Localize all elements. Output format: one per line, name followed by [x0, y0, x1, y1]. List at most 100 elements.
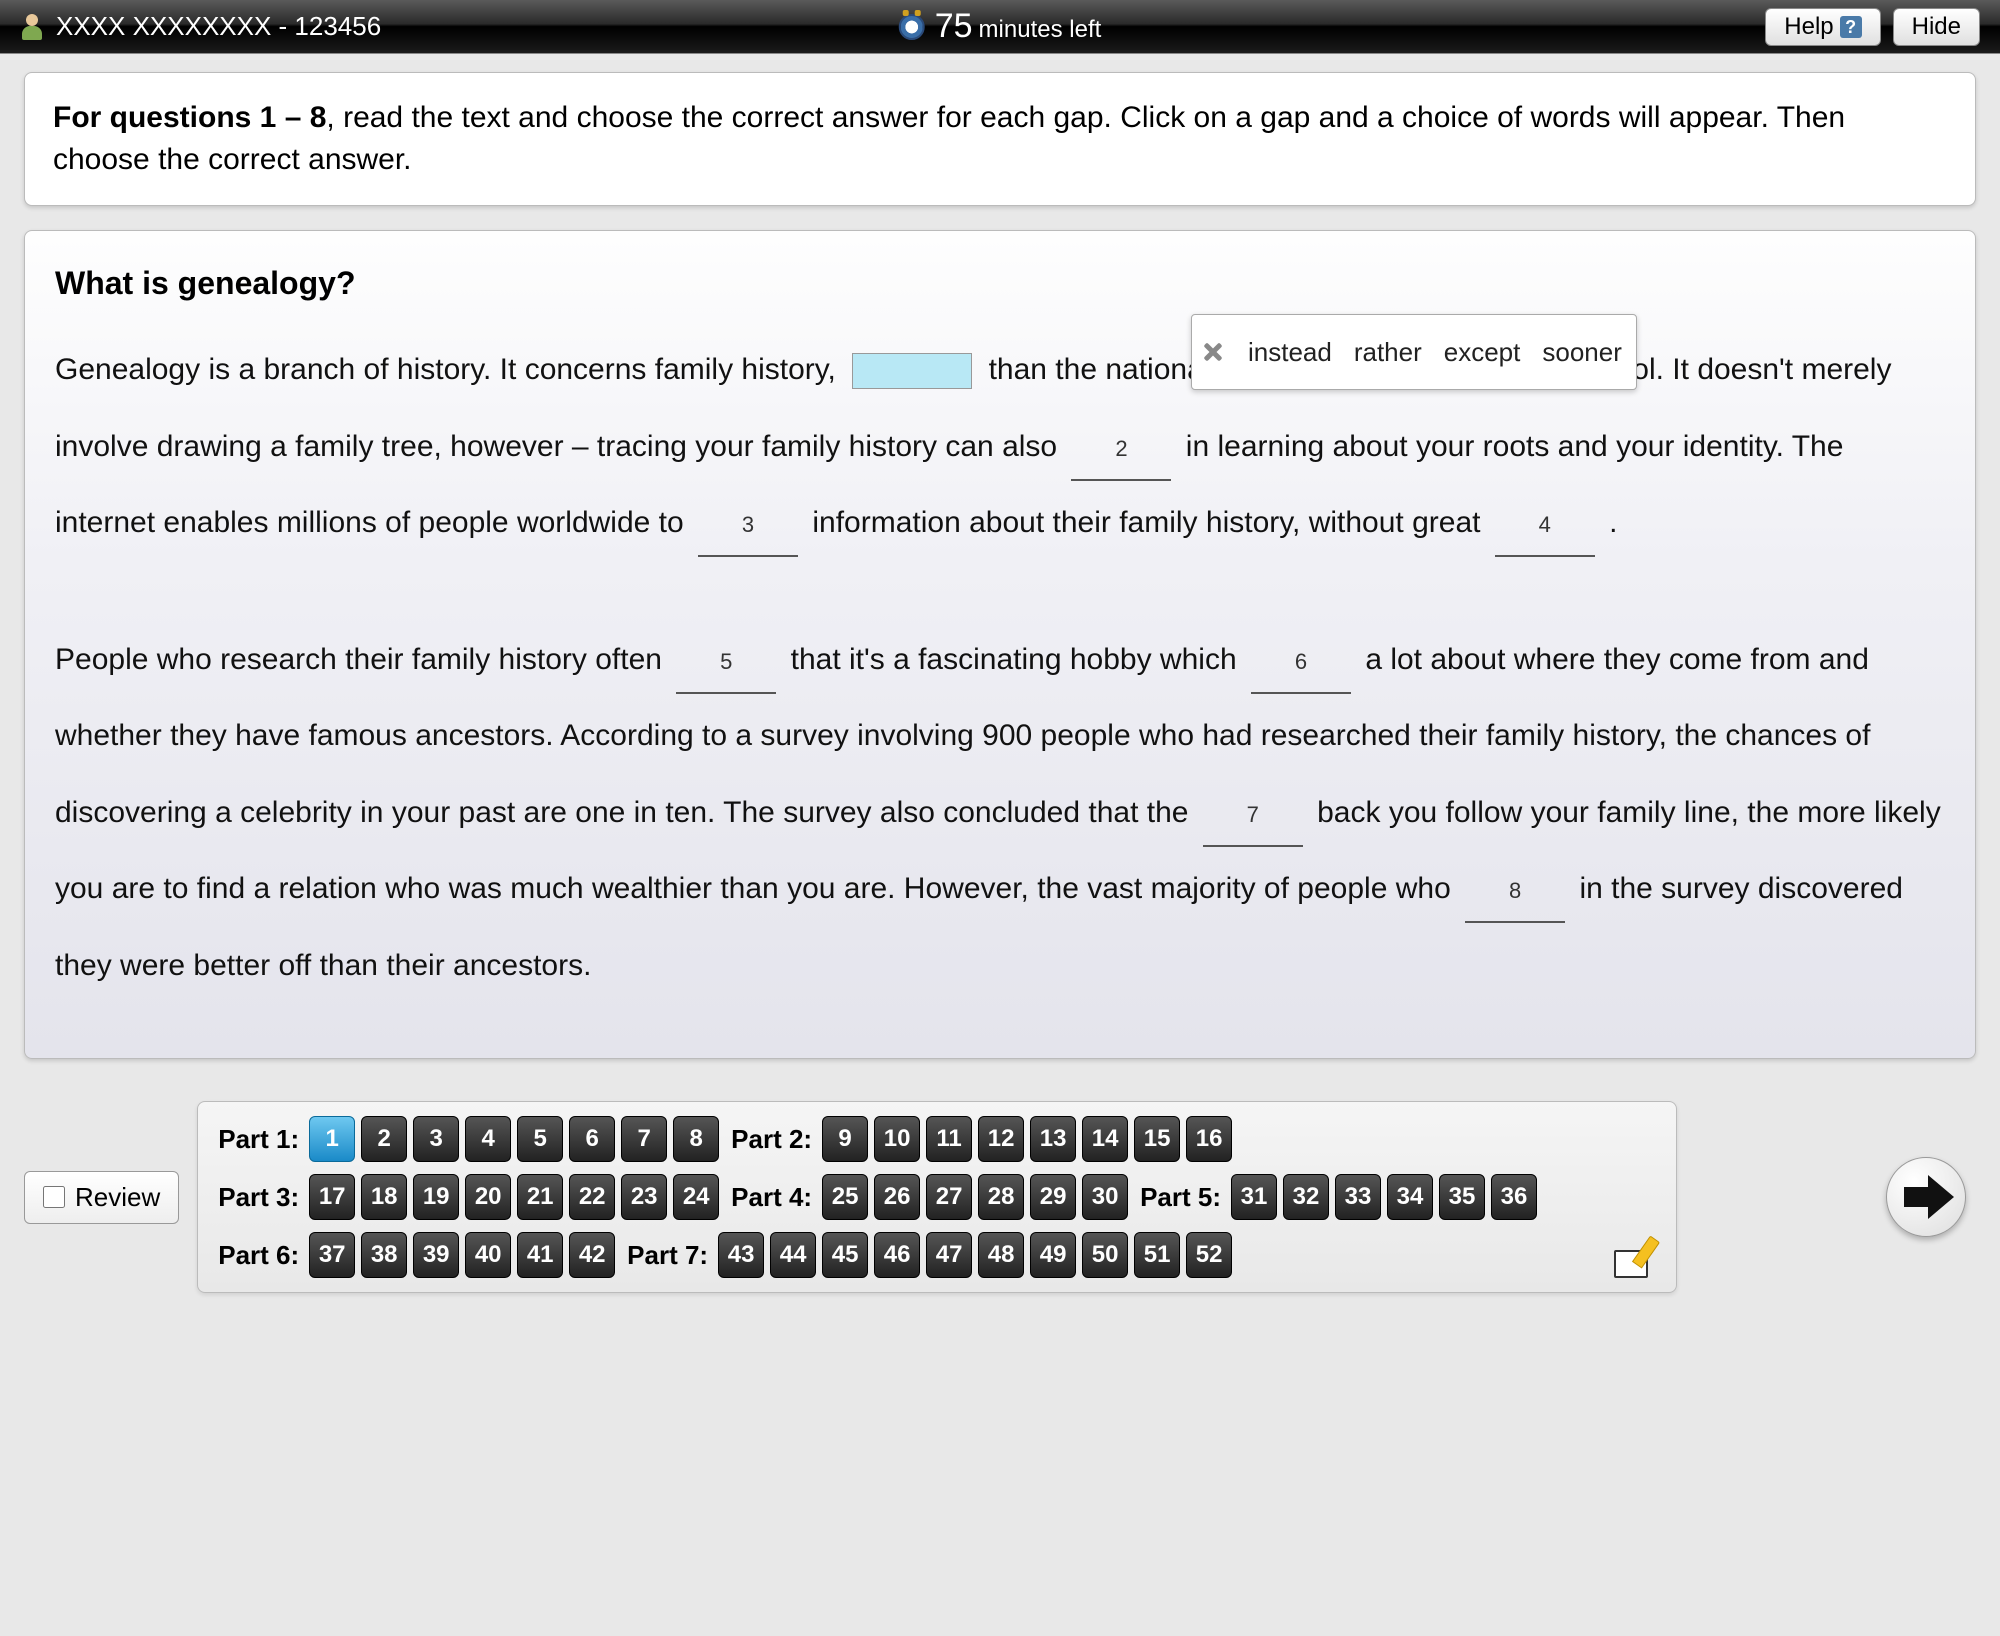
passage-title: What is genealogy? — [55, 265, 1945, 302]
question-nav-50[interactable]: 50 — [1082, 1232, 1128, 1278]
question-nav-15[interactable]: 15 — [1134, 1116, 1180, 1162]
next-button[interactable] — [1886, 1157, 1966, 1237]
text-seg: that it's a fascinating hobby which — [791, 643, 1245, 676]
gap-7[interactable]: 7 — [1203, 787, 1303, 847]
choice-option[interactable]: instead — [1248, 319, 1332, 385]
help-button[interactable]: Help ? — [1765, 8, 1880, 46]
question-nav-12[interactable]: 12 — [978, 1116, 1024, 1162]
question-nav-48[interactable]: 48 — [978, 1232, 1024, 1278]
question-nav-42[interactable]: 42 — [569, 1232, 615, 1278]
question-nav-45[interactable]: 45 — [822, 1232, 868, 1278]
part-label: Part 4: — [731, 1182, 812, 1213]
question-nav-46[interactable]: 46 — [874, 1232, 920, 1278]
question-nav-34[interactable]: 34 — [1387, 1174, 1433, 1220]
review-label: Review — [75, 1182, 160, 1213]
gap-4[interactable]: 4 — [1495, 497, 1595, 557]
question-nav-27[interactable]: 27 — [926, 1174, 972, 1220]
question-nav-36[interactable]: 36 — [1491, 1174, 1537, 1220]
question-nav-17[interactable]: 17 — [309, 1174, 355, 1220]
question-nav-39[interactable]: 39 — [413, 1232, 459, 1278]
gap-3[interactable]: 3 — [698, 497, 798, 557]
choice-option[interactable]: sooner — [1542, 319, 1622, 385]
question-nav-38[interactable]: 38 — [361, 1232, 407, 1278]
question-nav-8[interactable]: 8 — [673, 1116, 719, 1162]
question-nav-52[interactable]: 52 — [1186, 1232, 1232, 1278]
question-nav-43[interactable]: 43 — [718, 1232, 764, 1278]
instructions-bold: For questions 1 – 8 — [53, 101, 326, 134]
part-label: Part 2: — [731, 1124, 812, 1155]
question-nav-13[interactable]: 13 — [1030, 1116, 1076, 1162]
user-name: XXXX XXXXXXXX - 123456 — [56, 11, 381, 42]
question-nav-49[interactable]: 49 — [1030, 1232, 1076, 1278]
question-nav-40[interactable]: 40 — [465, 1232, 511, 1278]
question-nav-37[interactable]: 37 — [309, 1232, 355, 1278]
part-label: Part 1: — [218, 1124, 299, 1155]
timer-label: minutes left — [979, 16, 1102, 44]
question-nav-4[interactable]: 4 — [465, 1116, 511, 1162]
question-nav-18[interactable]: 18 — [361, 1174, 407, 1220]
gap-6[interactable]: 6 — [1251, 634, 1351, 694]
instructions-panel: For questions 1 – 8, read the text and c… — [24, 72, 1976, 206]
user-icon — [20, 14, 44, 40]
question-nav-11[interactable]: 11 — [926, 1116, 972, 1162]
question-nav-25[interactable]: 25 — [822, 1174, 868, 1220]
part-label: Part 5: — [1140, 1182, 1221, 1213]
timer: 75 minutes left — [899, 7, 1102, 46]
help-label: Help — [1784, 13, 1833, 41]
question-nav-panel: Part 1:12345678Part 2:910111213141516Par… — [197, 1101, 1677, 1293]
gap-8[interactable]: 8 — [1465, 863, 1565, 923]
choice-option[interactable]: rather — [1354, 319, 1422, 385]
gap-choice-popup: instead rather except sooner — [1191, 314, 1637, 390]
question-nav-16[interactable]: 16 — [1186, 1116, 1232, 1162]
question-nav-1[interactable]: 1 — [309, 1116, 355, 1162]
gap-5[interactable]: 5 — [676, 634, 776, 694]
hide-button[interactable]: Hide — [1893, 8, 1980, 46]
help-icon: ? — [1840, 16, 1862, 38]
question-nav-7[interactable]: 7 — [621, 1116, 667, 1162]
text-seg: People who research their family history… — [55, 643, 670, 676]
choice-option[interactable]: except — [1444, 319, 1521, 385]
question-nav-20[interactable]: 20 — [465, 1174, 511, 1220]
question-nav-3[interactable]: 3 — [413, 1116, 459, 1162]
question-nav-31[interactable]: 31 — [1231, 1174, 1277, 1220]
part-label: Part 3: — [218, 1182, 299, 1213]
review-checkbox-input[interactable] — [43, 1186, 65, 1208]
gap-2[interactable]: 2 — [1071, 421, 1171, 481]
question-nav-2[interactable]: 2 — [361, 1116, 407, 1162]
question-nav-32[interactable]: 32 — [1283, 1174, 1329, 1220]
reading-panel: What is genealogy? instead rather except… — [24, 230, 1976, 1059]
question-nav-29[interactable]: 29 — [1030, 1174, 1076, 1220]
timer-value: 75 — [935, 7, 973, 46]
question-nav-6[interactable]: 6 — [569, 1116, 615, 1162]
text-seg: . — [1609, 506, 1617, 539]
question-nav-47[interactable]: 47 — [926, 1232, 972, 1278]
question-nav-9[interactable]: 9 — [822, 1116, 868, 1162]
text-seg: information about their family history, … — [812, 506, 1488, 539]
clock-icon — [899, 14, 925, 40]
question-nav-19[interactable]: 19 — [413, 1174, 459, 1220]
question-nav-44[interactable]: 44 — [770, 1232, 816, 1278]
part-label: Part 7: — [627, 1240, 708, 1271]
question-nav-28[interactable]: 28 — [978, 1174, 1024, 1220]
question-nav-23[interactable]: 23 — [621, 1174, 667, 1220]
question-nav-22[interactable]: 22 — [569, 1174, 615, 1220]
question-nav-30[interactable]: 30 — [1082, 1174, 1128, 1220]
question-nav-10[interactable]: 10 — [874, 1116, 920, 1162]
question-nav-21[interactable]: 21 — [517, 1174, 563, 1220]
question-nav-5[interactable]: 5 — [517, 1116, 563, 1162]
question-nav-24[interactable]: 24 — [673, 1174, 719, 1220]
gap-1[interactable] — [852, 353, 972, 389]
text-seg: Genealogy is a branch of history. It con… — [55, 353, 844, 386]
question-nav-26[interactable]: 26 — [874, 1174, 920, 1220]
part-label: Part 6: — [218, 1240, 299, 1271]
question-nav-41[interactable]: 41 — [517, 1232, 563, 1278]
question-nav-51[interactable]: 51 — [1134, 1232, 1180, 1278]
question-nav-14[interactable]: 14 — [1082, 1116, 1128, 1162]
top-bar: XXXX XXXXXXXX - 123456 75 minutes left H… — [0, 0, 2000, 54]
passage-body: instead rather except sooner Genealogy i… — [55, 332, 1945, 1004]
pencil-icon[interactable] — [1614, 1238, 1654, 1278]
question-nav-35[interactable]: 35 — [1439, 1174, 1485, 1220]
close-icon[interactable] — [1200, 339, 1226, 365]
question-nav-33[interactable]: 33 — [1335, 1174, 1381, 1220]
review-checkbox[interactable]: Review — [24, 1171, 179, 1224]
